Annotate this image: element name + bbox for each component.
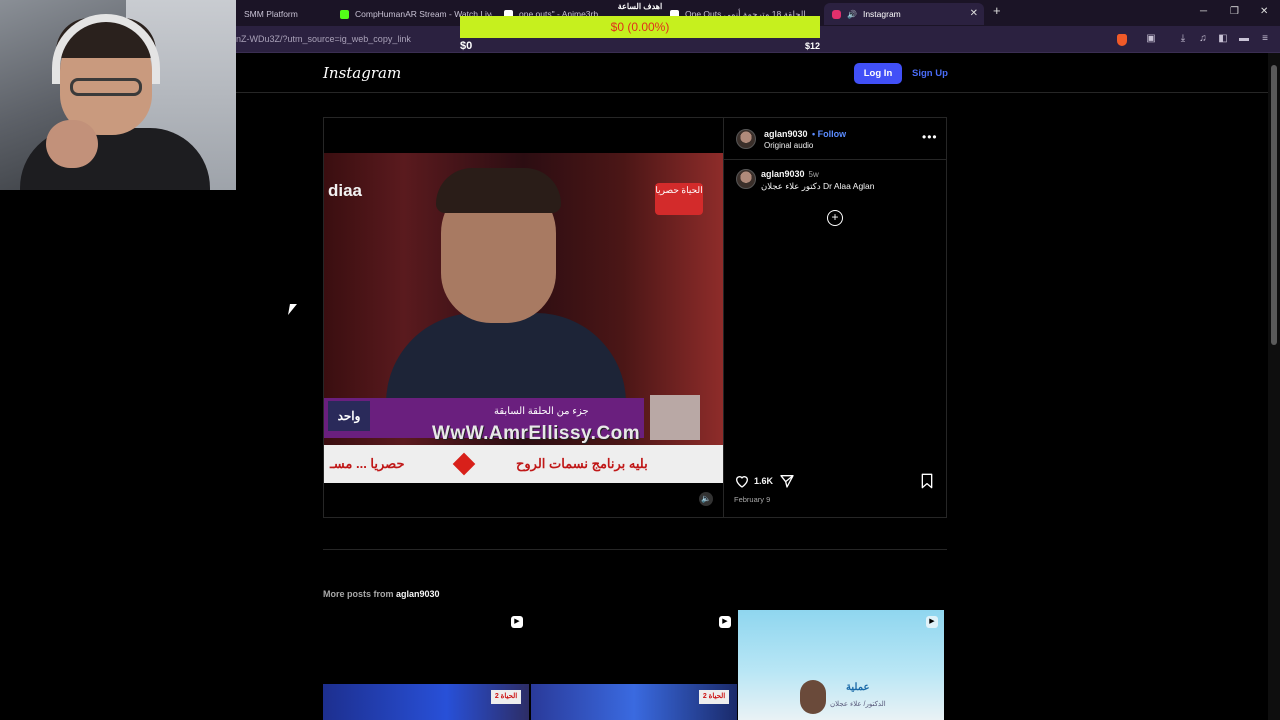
follow-link[interactable]: • Follow bbox=[812, 129, 846, 139]
caption-age: 5w bbox=[808, 170, 819, 179]
screen: SMM Platform CompHumanAR Stream - Watch … bbox=[0, 0, 1280, 720]
instagram-page: Instagram Log In Sign Up diaa الحياة حصر… bbox=[236, 53, 1268, 720]
more-options-icon[interactable]: ••• bbox=[922, 130, 938, 144]
post: diaa الحياة حصريا واحد جزء من الحلقة الس… bbox=[323, 117, 947, 518]
reel-icon: ▶ bbox=[926, 616, 938, 628]
instagram-icon bbox=[832, 9, 841, 19]
more-posts-prefix: More posts from bbox=[323, 589, 394, 599]
goal-max: $12 bbox=[805, 41, 821, 51]
load-more-comments-icon[interactable]: + bbox=[827, 210, 843, 226]
goal-progress-text: $0 (0.00%) bbox=[610, 20, 670, 34]
goal-title: اهدف الساعة bbox=[617, 2, 663, 11]
thumbnail-subtitle: الدكتور/ علاء عجلان bbox=[830, 701, 886, 708]
instagram-logo[interactable]: Instagram bbox=[323, 64, 401, 82]
heart-icon[interactable] bbox=[734, 473, 750, 489]
channel-logo-left: diaa bbox=[328, 181, 363, 200]
bookmark-icon[interactable] bbox=[920, 473, 934, 489]
like-count: 1.6K bbox=[754, 476, 774, 486]
close-tab-icon[interactable]: ✕ bbox=[970, 8, 978, 19]
webcam-hand bbox=[46, 120, 98, 168]
post-sidebar: aglan9030 • Follow Original audio ••• ag… bbox=[723, 118, 947, 517]
ig-header: Instagram Log In Sign Up bbox=[236, 53, 1268, 93]
signup-button[interactable]: Sign Up bbox=[912, 63, 948, 84]
lower-third-text: جزء من الحلقة السابقة bbox=[494, 406, 589, 417]
author-username[interactable]: aglan9030 bbox=[764, 129, 808, 139]
tab-label: SMM Platform bbox=[244, 9, 298, 19]
video-person bbox=[386, 163, 626, 433]
post-author-row: aglan9030 • Follow Original audio ••• bbox=[724, 118, 947, 160]
channel-tag: الحياة 2 bbox=[699, 690, 729, 704]
reel-icon: ▶ bbox=[511, 616, 523, 628]
channel-logo-right: الحياة حصريا bbox=[655, 183, 703, 215]
url-text[interactable]: nZ-WDu3Z/?utm_source=ig_web_copy_link bbox=[236, 34, 411, 44]
brave-shield-icon[interactable] bbox=[1117, 34, 1127, 46]
reel-video[interactable]: diaa الحياة حصريا واحد جزء من الحلقة الس… bbox=[324, 118, 723, 517]
news-ticker: حصريا ... مسـ بليه برنامج نسمات الروح bbox=[324, 445, 723, 483]
thumbnail-title: عملية bbox=[846, 682, 870, 693]
ticker-right: بليه برنامج نسمات الروح bbox=[516, 456, 648, 471]
doctor-photo bbox=[800, 680, 826, 714]
webcam-overlay bbox=[0, 0, 236, 190]
wallet-icon[interactable]: ▬ bbox=[1238, 33, 1250, 45]
goal-progress-bar: $0 (0.00%) bbox=[460, 16, 820, 38]
audio-label[interactable]: Original audio bbox=[764, 141, 813, 150]
tab-instagram[interactable]: 🔊 Instagram ✕ bbox=[824, 3, 984, 25]
reel-icon: ▶ bbox=[719, 616, 731, 628]
channel-tag: الحياة 2 bbox=[491, 690, 521, 704]
restore-button[interactable]: ❐ bbox=[1230, 6, 1239, 17]
more-posts-username[interactable]: aglan9030 bbox=[396, 589, 440, 599]
tab-label: Instagram bbox=[862, 9, 901, 19]
ticker-left: حصريا ... مسـ bbox=[330, 456, 405, 471]
post-thumbnail-3[interactable]: ▶ عملية الدكتور/ علاء عجلان bbox=[738, 610, 944, 720]
new-tab-button[interactable]: + bbox=[993, 3, 1001, 18]
minimize-button[interactable]: ─ bbox=[1200, 6, 1207, 17]
sidebar-icon[interactable]: ◧ bbox=[1217, 33, 1229, 45]
login-button[interactable]: Log In bbox=[854, 63, 902, 84]
speaker-icon: 🔊 bbox=[847, 9, 857, 19]
scrollbar-thumb[interactable] bbox=[1271, 65, 1277, 345]
watermark: WwW.AmrEllissy.Com bbox=[432, 423, 641, 444]
share-icon[interactable] bbox=[779, 473, 795, 489]
person-hair bbox=[436, 168, 561, 213]
divider bbox=[323, 549, 947, 550]
caption-username[interactable]: aglan9030 bbox=[761, 169, 805, 179]
post-thumbnail-1[interactable]: ▶ الحياة 2 bbox=[323, 610, 529, 720]
media-icon[interactable]: ♫ bbox=[1197, 33, 1209, 45]
post-date: February 9 bbox=[734, 495, 771, 504]
caption-row: aglan9030 5w bbox=[761, 169, 819, 179]
caption-text: دكتور علاء عجلان Dr Alaa Aglan bbox=[761, 181, 875, 191]
lower-third-logo: واحد bbox=[328, 401, 370, 431]
caption-avatar[interactable] bbox=[736, 169, 756, 189]
post-thumbnail-2[interactable]: ▶ الحياة 2 bbox=[531, 610, 737, 720]
sign-language-box bbox=[650, 395, 700, 440]
close-window-button[interactable]: ✕ bbox=[1260, 6, 1268, 17]
kick-icon bbox=[340, 9, 349, 19]
more-posts-heading: More posts from aglan9030 bbox=[323, 589, 440, 599]
ticker-diamond-icon bbox=[452, 452, 476, 476]
tab-smm[interactable]: SMM Platform bbox=[236, 3, 332, 25]
audio-toggle-icon[interactable]: 🔈 bbox=[699, 492, 713, 506]
reader-icon[interactable]: ▣ bbox=[1145, 33, 1157, 45]
download-icon[interactable]: ⤓ bbox=[1177, 33, 1189, 45]
goal-min: $0 bbox=[460, 40, 473, 52]
menu-icon[interactable]: ≡ bbox=[1259, 33, 1271, 45]
video-frame: diaa الحياة حصريا واحد جزء من الحلقة الس… bbox=[324, 153, 723, 483]
avatar[interactable] bbox=[736, 129, 756, 149]
page-scrollbar[interactable] bbox=[1268, 53, 1280, 720]
glasses bbox=[70, 78, 142, 96]
